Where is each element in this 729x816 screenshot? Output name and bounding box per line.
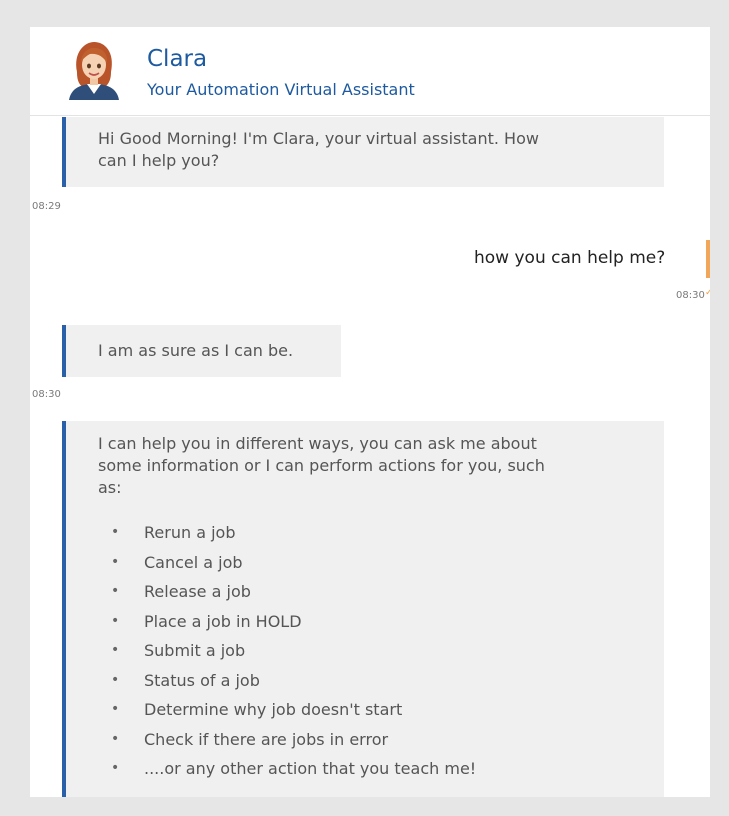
bullet-icon: • [111,642,120,658]
female-assistant-avatar-icon [69,42,119,100]
list-item: • Cancel a job [66,548,476,578]
list-item: • Release a job [66,577,476,607]
bullet-icon: • [111,701,120,717]
bot-message-greeting: Hi Good Morning! I'm Clara, your virtual… [62,117,664,187]
message-line: I can help you in different ways, you ca… [98,434,537,453]
list-item: • Check if there are jobs in error [66,725,476,755]
message-line: as: [98,478,122,497]
bullet-icon: • [111,760,120,776]
list-item: • Submit a job [66,636,476,666]
user-message: how you can help me? [474,248,666,268]
chat-window: Clara Your Automation Virtual Assistant … [30,27,710,797]
bullet-icon: • [111,553,120,570]
message-timestamp: 08:30 [32,389,61,400]
message-timestamp: 08:29 [32,201,61,212]
user-message-accent [706,240,710,278]
chat-header: Clara Your Automation Virtual Assistant [30,27,710,116]
bullet-icon: • [111,583,120,599]
list-item: • Place a job in HOLD [66,607,476,637]
bullet-icon: • [111,671,120,688]
message-line: can I help you? [98,151,220,170]
bot-message-capabilities: I can help you in different ways, you ca… [62,421,664,797]
message-line: Hi Good Morning! I'm Clara, your virtual… [98,129,539,148]
capabilities-list: • Rerun a job • Cancel a job • Release a jo… [66,518,476,784]
bullet-icon: • [111,524,120,540]
message-line: some information or I can perform action… [98,456,545,475]
bullet-icon: • [111,612,120,629]
list-item: • ....or any other action that you teach … [66,754,476,784]
assistant-subtitle: Your Automation Virtual Assistant [147,80,415,99]
list-item: • Status of a job [66,666,476,696]
list-item: • Rerun a job [66,518,476,548]
message-line: I am as sure as I can be. [98,341,294,360]
assistant-name: Clara [147,46,208,72]
list-item: • Determine why job doesn't start [66,695,476,725]
delivered-check-icon: ✓ [705,288,710,298]
bullet-icon: • [111,730,120,747]
user-message-timestamp: 08:30 [676,290,705,301]
bot-message-sure: I am as sure as I can be. [62,325,341,377]
